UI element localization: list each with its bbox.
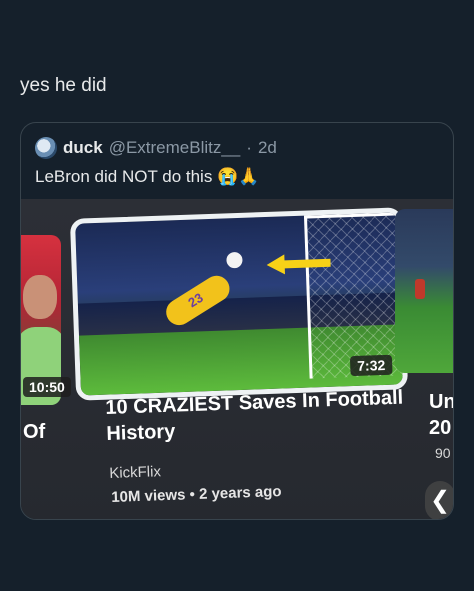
goal-net xyxy=(303,212,403,379)
right-title-line-1: Unl xyxy=(429,391,453,413)
emoji-icons: 😭🙏 xyxy=(217,167,260,186)
player-graphic xyxy=(415,279,425,299)
main-video-thumbnail: 23 7:32 xyxy=(69,207,409,401)
channel-name: KickFlix xyxy=(109,463,162,482)
video-title: 10 CRAZIEST Saves In Football History xyxy=(105,386,404,445)
chevron-left-icon: ❮ xyxy=(425,481,453,519)
left-video-duration: 10:50 xyxy=(23,377,71,397)
avatar-icon[interactable] xyxy=(35,137,57,159)
right-video-thumbnail xyxy=(395,209,453,373)
separator-dot: · xyxy=(246,138,252,157)
right-video-views-fragment: 90 xyxy=(435,445,451,461)
ball-graphic xyxy=(226,251,243,269)
quote-text: LeBron did NOT do this 😭🙏 xyxy=(35,167,259,187)
arrow-left-icon xyxy=(266,254,331,275)
quote-header: duck @ExtremeBlitz__ · 2d xyxy=(35,137,277,159)
right-title-line-2: 20 xyxy=(429,417,452,439)
main-video-duration: 7:32 xyxy=(349,354,393,377)
quote-media-image[interactable]: 10:50 Of 23 7:32 10 CRAZIEST Saves In Fo… xyxy=(21,199,453,519)
quote-timestamp[interactable]: 2d xyxy=(258,138,277,158)
quote-author-name[interactable]: duck xyxy=(63,138,103,158)
quote-text-body: LeBron did NOT do this xyxy=(35,167,213,186)
jersey-number: 23 xyxy=(185,289,206,311)
post-text: yes he did xyxy=(20,75,107,96)
right-video-title-fragment: Unl 20 xyxy=(429,389,453,441)
quote-author-handle[interactable]: @ExtremeBlitz__ xyxy=(109,138,241,158)
quoted-post[interactable]: duck @ExtremeBlitz__ · 2d LeBron did NOT… xyxy=(20,122,454,520)
face-graphic xyxy=(23,275,57,319)
video-meta: 10M views • 2 years ago xyxy=(111,483,282,506)
left-video-title-fragment: Of xyxy=(23,421,46,443)
